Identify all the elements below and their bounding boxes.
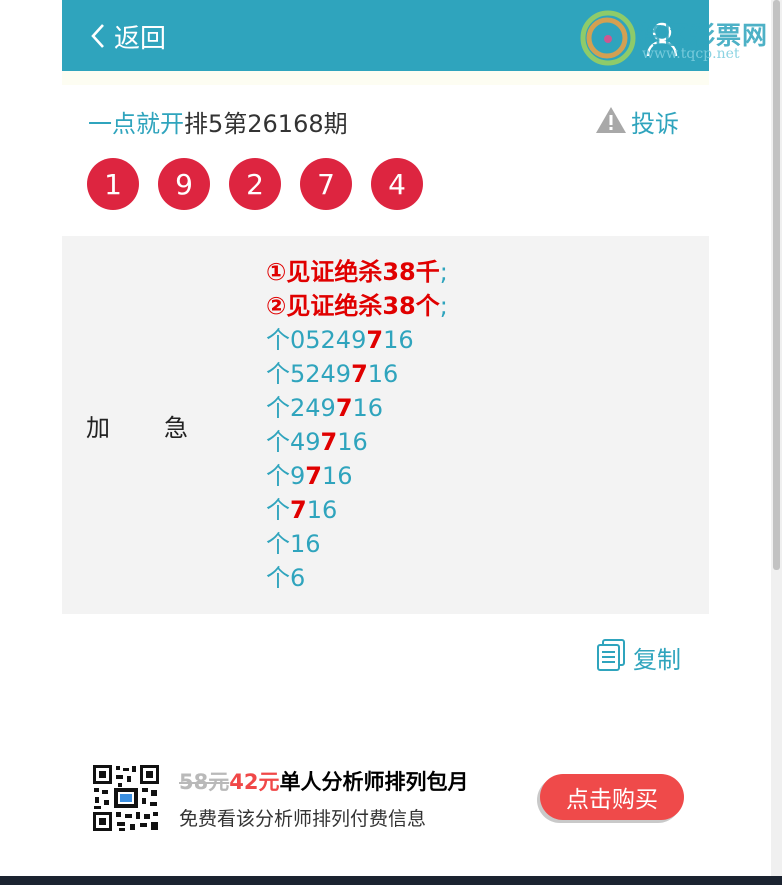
promo-description: 免费看该分析师排列付费信息 [179,808,427,830]
label-char: 急 [164,414,188,442]
new-price: 42元 [229,770,280,794]
logo-url: www.tqcp.net [642,46,740,62]
promo-title: 58元42元单人分析师排列包月 [179,766,468,796]
kill-line: ①见证绝杀38千; [266,258,448,286]
complain-label: 投诉 [631,110,679,138]
old-price: 58元 [179,770,230,794]
copy-icon [595,638,627,676]
issue-title: 排5第26168期 [184,110,348,138]
scrollbar[interactable] [771,0,782,885]
number-ball: 2 [229,158,281,210]
copy-button[interactable]: 复制 [595,638,681,676]
label-char: 加 [86,414,110,442]
back-button[interactable]: 返回 [90,14,166,58]
prediction-panel: 加急 ①见证绝杀38千; ②见证绝杀38个; 个05249716 个524971… [62,236,709,614]
promo-banner: 58元42元单人分析师排列包月 免费看该分析师排列付费信息 点击购买 [92,762,692,834]
number-ball: 4 [371,158,423,210]
site-logo: 特区彩票网 www.tqcp.net [580,10,780,66]
kill-line: ②见证绝杀38个; [266,292,448,320]
warning-icon [595,106,627,138]
prediction-lines: ①见证绝杀38千; ②见证绝杀38个; 个05249716 个5249716 个… [266,255,448,595]
scrollbar-thumb[interactable] [773,0,780,570]
complain-button[interactable]: 投诉 [595,104,679,139]
digit-line: 个249716 [266,394,384,422]
winning-numbers: 1 9 2 7 4 [87,158,442,210]
back-label: 返回 [114,23,167,54]
digit-line: 个5249716 [266,360,399,388]
issue-header: 一点就开排5第26168期 [88,104,348,139]
chevron-left-icon [90,23,106,49]
copy-label: 复制 [633,645,681,674]
digit-line: 个05249716 [266,326,414,354]
digit-line: 个716 [266,496,338,524]
number-ball: 1 [87,158,139,210]
buy-button[interactable]: 点击购买 [540,774,684,820]
number-ball: 7 [300,158,352,210]
digit-line: 个9716 [266,462,353,490]
urgent-label: 加急 [86,408,188,443]
top-strip [62,71,709,85]
promo-plan: 单人分析师排列包月 [279,770,469,794]
brand-name: 一点就开 [88,110,184,138]
page: 返回 一点就开排5第26168期 投诉 1 9 2 7 4 加 急 ①见证绝杀3… [62,0,709,885]
digit-line: 个49716 [266,428,368,456]
digit-line: 个16 [266,530,321,558]
digit-line: 个6 [266,564,306,592]
taskbar-strip [0,876,782,885]
number-ball: 9 [158,158,210,210]
qr-code-icon [92,764,160,832]
